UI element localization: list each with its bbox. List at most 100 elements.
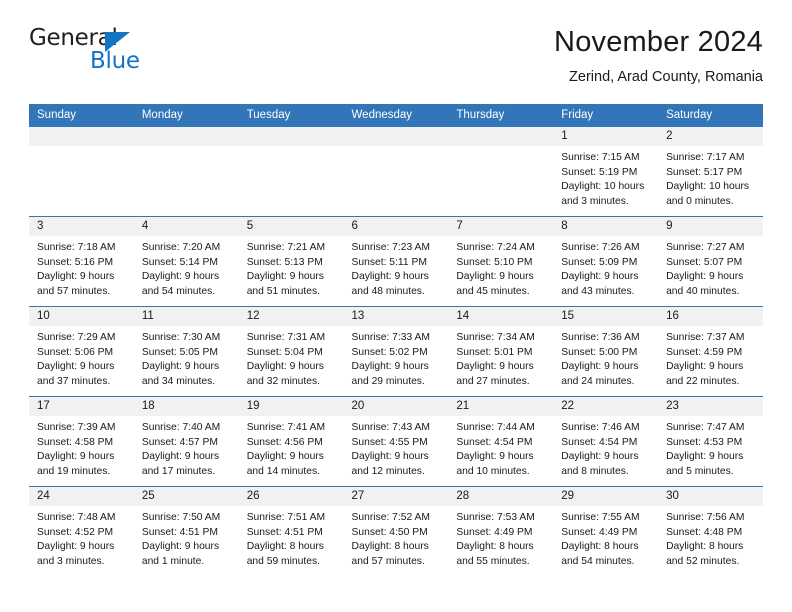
day-details: Sunrise: 7:26 AM Sunset: 5:09 PM Daylight:… — [553, 236, 658, 299]
location-subtitle: Zerind, Arad County, Romania — [569, 69, 763, 86]
day-number: 11 — [133, 307, 239, 326]
calendar-cell-day-29[interactable]: 29 Sunrise: 7:55 AM Sunset: 4:49 PM Dayligh… — [553, 486, 659, 577]
calendar-cell-day-6[interactable]: 6 Sunrise: 7:23 AM Sunset: 5:11 PM Daylight… — [343, 216, 449, 307]
calendar-cell-day-15[interactable]: 15 Sunrise: 7:36 AM Sunset: 5:00 PM Dayligh… — [553, 306, 659, 397]
calendar-cell-day-22[interactable]: 22 Sunrise: 7:46 AM Sunset: 4:54 PM Dayligh… — [553, 396, 659, 487]
sunrise-text: Sunrise: 7:48 AM — [37, 512, 116, 523]
calendar-week-row: 3 Sunrise: 7:18 AM Sunset: 5:16 PM Daylight… — [29, 216, 763, 307]
day-details: Sunrise: 7:18 AM Sunset: 5:16 PM Daylight:… — [29, 236, 134, 299]
daylight-text: Daylight: 9 hours and 1 minute. — [141, 541, 220, 567]
calendar-cell-day-3[interactable]: 3 Sunrise: 7:18 AM Sunset: 5:16 PM Daylight… — [29, 216, 134, 307]
calendar-cell-day-7[interactable]: 7 Sunrise: 7:24 AM Sunset: 5:10 PM Daylight… — [448, 216, 554, 307]
calendar-cell-day-30[interactable]: 30 Sunrise: 7:56 AM Sunset: 4:48 PM Dayligh… — [658, 486, 763, 577]
day-number: 15 — [553, 307, 659, 326]
daylight-text: Daylight: 9 hours and 22 minutes. — [666, 361, 744, 387]
day-number: 22 — [553, 397, 659, 416]
day-details: Sunrise: 7:21 AM Sunset: 5:13 PM Daylight:… — [239, 236, 344, 299]
daylight-text: Daylight: 9 hours and 10 minutes. — [456, 451, 534, 477]
calendar-cell-day-21[interactable]: 21 Sunrise: 7:44 AM Sunset: 4:54 PM Dayligh… — [448, 396, 554, 487]
daylight-text: Daylight: 9 hours and 57 minutes. — [37, 271, 115, 297]
calendar-cell-day-2[interactable]: 2 Sunrise: 7:17 AM Sunset: 5:17 PM Daylight… — [658, 126, 763, 217]
day-number: 23 — [658, 397, 763, 416]
weekday-header-tuesday: Tuesday — [238, 104, 344, 127]
sunset-text: Sunset: 5:11 PM — [351, 256, 427, 268]
day-details: Sunrise: 7:40 AM Sunset: 4:57 PM Daylight:… — [134, 416, 239, 479]
sunset-text: Sunset: 5:13 PM — [246, 256, 323, 268]
day-number: 27 — [343, 487, 449, 506]
sunset-text: Sunset: 4:58 PM — [37, 436, 114, 448]
generalblue-logo[interactable]: General Blue — [29, 26, 149, 76]
calendar-cell-day-13[interactable]: 13 Sunrise: 7:33 AM Sunset: 5:02 PM Dayligh… — [343, 306, 449, 397]
calendar-header-row: Sunday Monday Tuesday Wednesday Thursday… — [29, 104, 763, 127]
calendar-cell-day-23[interactable]: 23 Sunrise: 7:47 AM Sunset: 4:53 PM Dayligh… — [658, 396, 763, 487]
sunset-text: Sunset: 4:48 PM — [666, 526, 743, 538]
sunrise-text: Sunrise: 7:27 AM — [666, 242, 745, 253]
day-details: Sunrise: 7:23 AM Sunset: 5:11 PM Daylight:… — [344, 236, 449, 299]
sunset-text: Sunset: 4:56 PM — [246, 436, 323, 448]
day-number: 4 — [133, 217, 239, 236]
calendar-cell-day-25[interactable]: 25 Sunrise: 7:50 AM Sunset: 4:51 PM Dayligh… — [133, 486, 239, 577]
calendar-cell-day-26[interactable]: 26 Sunrise: 7:51 AM Sunset: 4:51 PM Dayligh… — [238, 486, 344, 577]
calendar-cell-day-9[interactable]: 9 Sunrise: 7:27 AM Sunset: 5:07 PM Daylight… — [658, 216, 763, 307]
sunrise-text: Sunrise: 7:43 AM — [351, 422, 430, 433]
day-number: 21 — [448, 397, 554, 416]
day-number — [133, 127, 239, 146]
sunrise-text: Sunrise: 7:33 AM — [351, 332, 430, 343]
daylight-text: Daylight: 9 hours and 17 minutes. — [141, 451, 220, 477]
sunset-text: Sunset: 5:07 PM — [666, 256, 743, 268]
sunrise-text: Sunrise: 7:17 AM — [666, 152, 745, 163]
sunrise-text: Sunrise: 7:41 AM — [246, 422, 326, 433]
daylight-text: Daylight: 9 hours and 14 minutes. — [246, 451, 324, 477]
calendar-cell-day-17[interactable]: 17 Sunrise: 7:39 AM Sunset: 4:58 PM Dayligh… — [29, 396, 134, 487]
day-details: Sunrise: 7:44 AM Sunset: 4:54 PM Daylight:… — [448, 416, 553, 479]
calendar-cell-day-12[interactable]: 12 Sunrise: 7:31 AM Sunset: 5:04 PM Dayligh… — [238, 306, 344, 397]
sunset-text: Sunset: 4:52 PM — [37, 526, 114, 538]
calendar-cell-day-24[interactable]: 24 Sunrise: 7:48 AM Sunset: 4:52 PM Dayligh… — [29, 486, 134, 577]
day-details: Sunrise: 7:15 AM Sunset: 5:19 PM Daylight:… — [553, 146, 658, 209]
sunset-text: Sunset: 5:09 PM — [561, 256, 638, 268]
calendar-cell-day-1[interactable]: 1 Sunrise: 7:15 AM Sunset: 5:19 PM Daylight… — [553, 126, 659, 217]
weekday-header-friday: Friday — [553, 104, 659, 127]
sunrise-text: Sunrise: 7:51 AM — [246, 512, 326, 523]
sunset-text: Sunset: 5:10 PM — [456, 256, 533, 268]
calendar-cell-day-27[interactable]: 27 Sunrise: 7:52 AM Sunset: 4:50 PM Dayligh… — [343, 486, 449, 577]
sunrise-text: Sunrise: 7:30 AM — [141, 332, 221, 343]
calendar-cell-day-11[interactable]: 11 Sunrise: 7:30 AM Sunset: 5:05 PM Dayligh… — [133, 306, 239, 397]
daylight-text: Daylight: 9 hours and 19 minutes. — [37, 451, 115, 477]
calendar-cell-day-8[interactable]: 8 Sunrise: 7:26 AM Sunset: 5:09 PM Daylight… — [553, 216, 659, 307]
page-header: General Blue November 2024 Zerind, Arad … — [29, 0, 763, 85]
daylight-text: Daylight: 9 hours and 48 minutes. — [351, 271, 429, 297]
day-number: 8 — [553, 217, 659, 236]
daylight-text: Daylight: 9 hours and 24 minutes. — [561, 361, 639, 387]
calendar-cell-day-18[interactable]: 18 Sunrise: 7:40 AM Sunset: 4:57 PM Dayligh… — [133, 396, 239, 487]
sunset-text: Sunset: 5:19 PM — [561, 166, 638, 178]
calendar-cell-day-14[interactable]: 14 Sunrise: 7:34 AM Sunset: 5:01 PM Dayligh… — [448, 306, 554, 397]
calendar-cell-day-16[interactable]: 16 Sunrise: 7:37 AM Sunset: 4:59 PM Dayligh… — [658, 306, 763, 397]
sunset-text: Sunset: 5:16 PM — [37, 256, 114, 268]
calendar-cell-day-19[interactable]: 19 Sunrise: 7:41 AM Sunset: 4:56 PM Dayligh… — [238, 396, 344, 487]
weekday-header-sunday: Sunday — [29, 104, 134, 127]
daylight-text: Daylight: 9 hours and 54 minutes. — [141, 271, 220, 297]
calendar-cell-day-20[interactable]: 20 Sunrise: 7:43 AM Sunset: 4:55 PM Dayligh… — [343, 396, 449, 487]
sunrise-text: Sunrise: 7:46 AM — [561, 422, 640, 433]
day-number: 6 — [343, 217, 449, 236]
day-details: Sunrise: 7:51 AM Sunset: 4:51 PM Daylight:… — [239, 506, 344, 569]
calendar-cell-day-5[interactable]: 5 Sunrise: 7:21 AM Sunset: 5:13 PM Daylight… — [238, 216, 344, 307]
sunset-text: Sunset: 5:17 PM — [666, 166, 743, 178]
day-number: 17 — [29, 397, 134, 416]
sunrise-text: Sunrise: 7:44 AM — [456, 422, 535, 433]
sunrise-text: Sunrise: 7:21 AM — [246, 242, 326, 253]
day-number: 25 — [133, 487, 239, 506]
daylight-text: Daylight: 8 hours and 54 minutes. — [561, 541, 639, 567]
calendar-cell-empty — [238, 126, 344, 217]
day-number — [343, 127, 449, 146]
sunrise-text: Sunrise: 7:56 AM — [666, 512, 745, 523]
day-details: Sunrise: 7:17 AM Sunset: 5:17 PM Daylight:… — [658, 146, 763, 209]
calendar-cell-day-10[interactable]: 10 Sunrise: 7:29 AM Sunset: 5:06 PM Dayligh… — [29, 306, 134, 397]
day-details: Sunrise: 7:52 AM Sunset: 4:50 PM Daylight:… — [344, 506, 449, 569]
calendar-cell-day-28[interactable]: 28 Sunrise: 7:53 AM Sunset: 4:49 PM Dayligh… — [448, 486, 554, 577]
calendar-cell-day-4[interactable]: 4 Sunrise: 7:20 AM Sunset: 5:14 PM Daylight… — [133, 216, 239, 307]
weekday-header-thursday: Thursday — [448, 104, 554, 127]
sunset-text: Sunset: 4:59 PM — [666, 346, 743, 358]
daylight-text: Daylight: 10 hours and 3 minutes. — [561, 181, 645, 207]
